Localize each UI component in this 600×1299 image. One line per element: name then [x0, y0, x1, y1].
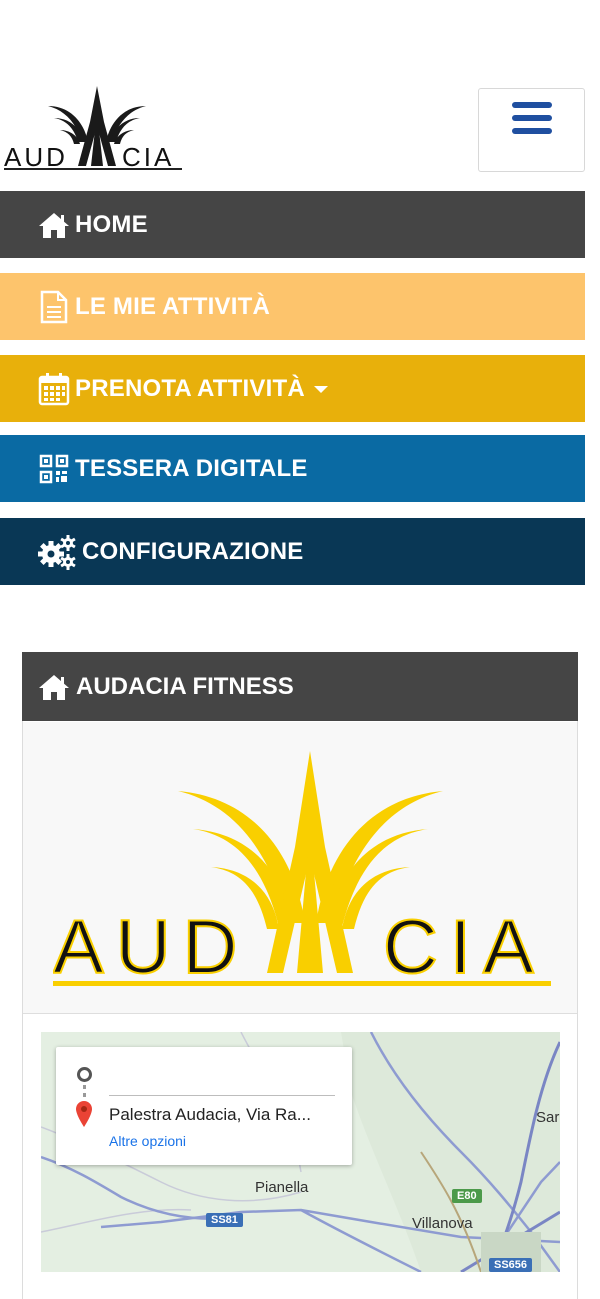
map-pin-icon: [76, 1101, 92, 1127]
svg-text:CIA: CIA: [122, 142, 174, 172]
origin-icon: [77, 1067, 92, 1082]
panel-header: AUDACIA FITNESS: [22, 652, 578, 721]
gym-logo-container: AUD CIA: [23, 722, 577, 1014]
audacia-logo-large: AUD CIA: [53, 751, 551, 991]
panel-title: AUDACIA FITNESS: [76, 672, 294, 700]
calendar-icon: [37, 371, 71, 407]
road-shield: E80: [452, 1189, 482, 1203]
map-place-label: Pianella: [255, 1179, 309, 1196]
home-icon: [37, 207, 71, 243]
route-dots: [83, 1085, 86, 1097]
menu-toggle-button[interactable]: [478, 88, 585, 172]
nav-label: TESSERA DIGITALE: [75, 454, 308, 482]
logo-text: AUD: [53, 905, 249, 990]
card-divider: [109, 1095, 335, 1096]
nav-item-configuration[interactable]: CONFIGURAZIONE: [0, 518, 585, 585]
hamburger-bar: [512, 115, 552, 121]
nav-label: PRENOTA ATTIVITÀ: [75, 374, 305, 402]
nav-label: CONFIGURAZIONE: [82, 537, 304, 565]
chevron-down-icon: [313, 386, 328, 393]
home-icon: [37, 669, 71, 705]
map-place-label: Villanova: [412, 1215, 473, 1232]
hamburger-icon: [512, 102, 552, 108]
gears-icon: [37, 534, 77, 570]
svg-text:CIA: CIA: [383, 905, 546, 990]
more-options-link[interactable]: Altre opzioni: [109, 1133, 186, 1149]
nav-item-home[interactable]: HOME: [0, 191, 585, 258]
nav-label: LE MIE ATTIVITÀ: [75, 292, 270, 320]
destination-text[interactable]: Palestra Audacia, Via Ra...: [109, 1105, 311, 1125]
road-shield: SS656: [489, 1258, 533, 1272]
map-place-label: Sar: [536, 1109, 560, 1126]
road-shield: SS81: [206, 1213, 243, 1227]
nav-item-my-activities[interactable]: LE MIE ATTIVITÀ: [0, 273, 585, 340]
qr-code-icon: [37, 451, 71, 487]
nav-item-digital-card[interactable]: TESSERA DIGITALE: [0, 435, 585, 502]
directions-card: Palestra Audacia, Via Ra... Altre opzion…: [56, 1047, 352, 1165]
nav-label: HOME: [75, 210, 148, 238]
nav-item-book-activity[interactable]: PRENOTA ATTIVITÀ: [0, 355, 585, 422]
logo-text: AUD: [4, 142, 68, 172]
audacia-logo: AUD CIA: [4, 86, 182, 172]
document-icon: [37, 289, 71, 325]
hamburger-bar: [512, 128, 552, 134]
